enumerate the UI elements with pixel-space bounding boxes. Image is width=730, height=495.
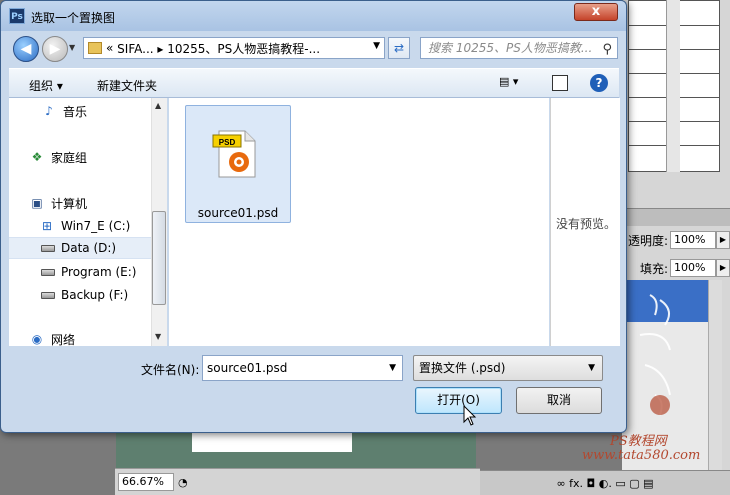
- computer-icon: ▣: [31, 196, 43, 210]
- organize-button[interactable]: 组织 ▾: [29, 77, 63, 94]
- refresh-icon[interactable]: ⇄: [388, 37, 410, 59]
- opacity-row: 透明度: 100% ▶: [622, 228, 730, 252]
- fill-arrow-icon[interactable]: ▶: [716, 259, 730, 277]
- nav-item-label: Program (E:): [61, 265, 137, 279]
- filename-dropdown-icon[interactable]: ▼: [389, 356, 396, 380]
- folder-icon: [88, 42, 102, 54]
- nav-item-label: Win7_E (C:): [61, 219, 131, 233]
- address-path[interactable]: SIFA... ▸ 10255、PS人物恶搞教程-...: [117, 40, 320, 57]
- zoom-field[interactable]: 66.67%: [118, 473, 174, 491]
- mouse-cursor-icon: [463, 405, 477, 426]
- history-dropdown-icon[interactable]: ▼: [69, 43, 79, 53]
- nav-item-drive-f[interactable]: Backup (F:): [9, 284, 151, 306]
- drive-icon: [41, 291, 55, 299]
- address-prefix: «: [106, 41, 114, 55]
- filetype-value: 置换文件 (.psd): [419, 361, 506, 375]
- drive-icon: [41, 268, 55, 276]
- opacity-arrow-icon[interactable]: ▶: [716, 231, 730, 249]
- zoom-icon[interactable]: ◔: [178, 476, 188, 489]
- cancel-button[interactable]: 取消: [516, 387, 602, 414]
- nav-item-label: 网络: [51, 332, 76, 347]
- drive-icon: [41, 244, 55, 252]
- address-bar[interactable]: « SIFA... ▸ 10255、PS人物恶搞教程-... ▼: [83, 37, 385, 59]
- open-file-dialog: Ps 选取一个置换图 x ◀ ▶ ▼ « SIFA... ▸ 10255、PS人…: [0, 0, 627, 433]
- nav-scroll-thumb[interactable]: [152, 211, 166, 305]
- psd-file-icon: PSD: [212, 130, 256, 178]
- nav-item-label: Backup (F:): [61, 288, 129, 302]
- opacity-field[interactable]: 100%: [670, 231, 716, 249]
- filename-input[interactable]: source01.psd ▼: [202, 355, 403, 381]
- open-button[interactable]: 打开(O): [415, 387, 502, 414]
- nav-item-drive-d[interactable]: Data (D:): [9, 237, 151, 259]
- nav-item-label: Data (D:): [61, 241, 117, 255]
- nav-item-drive-e[interactable]: Program (E:): [9, 261, 151, 283]
- calligraphy-artwork: [639, 294, 671, 416]
- opacity-label: 透明度:: [627, 233, 668, 248]
- photoshop-icon: Ps: [9, 8, 25, 24]
- navigation-pane: ♪ 音乐 ❖ 家庭组 ▣ 计算机 ⊞ Win7_E (C:) Data (D:)…: [9, 98, 167, 346]
- fill-row: 填充: 100% ▶: [622, 256, 730, 280]
- command-toolbar: 组织 ▾ 新建文件夹 ▤ ▾ ?: [9, 68, 619, 98]
- help-icon[interactable]: ?: [590, 74, 608, 92]
- watermark-url: www.tata580.com: [582, 448, 701, 463]
- layers-bottom-toolbar[interactable]: ∞ fx. ◘ ◐. ▭ ▢ ▤: [480, 470, 730, 495]
- back-arrow-icon[interactable]: ◀: [13, 36, 39, 62]
- dialog-titlebar[interactable]: Ps 选取一个置换图 x: [1, 1, 626, 31]
- layer-tools-icons[interactable]: ∞ fx. ◘ ◐. ▭ ▢ ▤: [557, 477, 654, 490]
- nav-item-label: 音乐: [63, 104, 88, 119]
- scroll-down-icon[interactable]: ▼: [155, 332, 161, 341]
- fill-field[interactable]: 100%: [670, 259, 716, 277]
- music-icon: ♪: [45, 104, 53, 118]
- no-preview-text: 没有预览。: [556, 217, 617, 231]
- search-input[interactable]: 搜索 10255、PS人物恶搞教... ⚲: [420, 37, 618, 59]
- layers-scrollbar[interactable]: [708, 280, 722, 470]
- nav-item-homegroup[interactable]: ❖ 家庭组: [9, 146, 151, 168]
- layers-panel-header: [622, 208, 730, 226]
- filename-label: 文件名(N):: [141, 363, 200, 377]
- nav-item-label: 家庭组: [51, 150, 88, 165]
- windows-drive-icon: ⊞: [41, 219, 53, 233]
- nav-item-label: 计算机: [51, 196, 88, 211]
- nav-item-drive-c[interactable]: ⊞ Win7_E (C:): [9, 215, 151, 237]
- nav-item-computer[interactable]: ▣ 计算机: [9, 192, 151, 214]
- new-folder-button[interactable]: 新建文件夹: [97, 77, 157, 94]
- preview-pane-icon[interactable]: [552, 75, 568, 91]
- dialog-title: 选取一个置换图: [31, 11, 116, 25]
- view-options-icon[interactable]: ▤ ▾: [499, 75, 529, 93]
- homegroup-icon: ❖: [31, 150, 43, 164]
- file-name[interactable]: source01.psd: [187, 206, 289, 220]
- search-icon[interactable]: ⚲: [602, 40, 612, 60]
- scroll-up-icon[interactable]: ▲: [155, 101, 161, 110]
- filetype-select[interactable]: 置换文件 (.psd) ▼: [413, 355, 603, 381]
- nav-item-network[interactable]: ◉ 网络: [9, 328, 151, 346]
- filename-value: source01.psd: [207, 361, 288, 375]
- close-button[interactable]: x: [574, 3, 618, 21]
- address-dropdown-icon[interactable]: ▼: [373, 41, 380, 51]
- nav-item-music[interactable]: ♪ 音乐: [9, 100, 151, 122]
- fill-label: 填充:: [639, 261, 668, 276]
- search-placeholder: 搜索 10255、PS人物恶搞教...: [428, 41, 593, 55]
- network-icon: ◉: [31, 332, 43, 346]
- psd-badge: PSD: [219, 138, 236, 147]
- filetype-dropdown-icon[interactable]: ▼: [588, 356, 595, 380]
- panel-scrollbar[interactable]: [666, 0, 680, 172]
- status-bar: 66.67% ◔: [115, 468, 480, 495]
- forward-arrow-icon[interactable]: ▶: [42, 36, 68, 62]
